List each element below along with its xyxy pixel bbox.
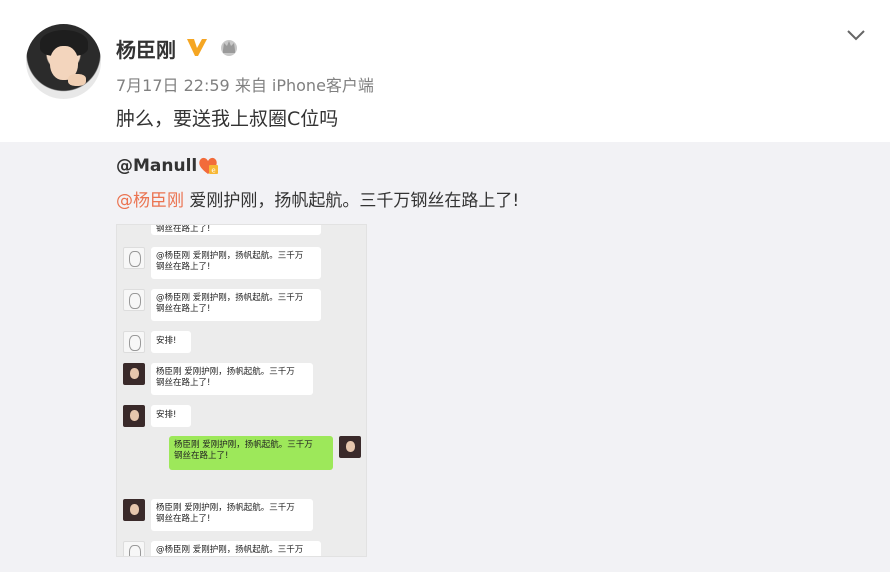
chat-avatar xyxy=(123,363,145,385)
verified-v-icon xyxy=(187,39,207,56)
chat-avatar xyxy=(123,541,145,556)
chat-text: 杨臣刚 爱刚护刚，扬帆起航。三千万 xyxy=(156,503,295,513)
avatar-hand xyxy=(68,74,86,86)
user-avatar[interactable] xyxy=(26,24,101,99)
username[interactable]: 杨臣刚 xyxy=(116,34,176,63)
chat-text: 钢丝在路上了! xyxy=(156,304,211,314)
chat-bubble: 安排! xyxy=(151,331,191,353)
chat-bubble: @杨臣刚 爱刚护刚，扬帆起航。三千万 钢丝在路上了! xyxy=(151,247,321,279)
weibo-post: 杨臣刚 7月17日 22:59 来自 iPhone客户端 肿么，要送我上叔圈C位… xyxy=(0,0,890,142)
chat-text: @杨臣刚 爱刚护刚，扬帆起航。三千万 xyxy=(156,251,304,261)
chat-avatar-own xyxy=(339,436,361,458)
chat-bubble: 杨臣刚 爱刚护刚，扬帆起航。三千万 钢丝在路上了! xyxy=(151,499,313,531)
chat-screenshot-image[interactable]: 钢丝在路上了! @杨臣刚 爱刚护刚，扬帆起航。三千万 钢丝在路上了! @杨臣刚 … xyxy=(116,224,367,557)
chat-bubble-own: 杨臣刚 爱刚护刚，扬帆起航。三千万 钢丝在路上了! xyxy=(169,436,333,470)
chat-text: 杨臣刚 爱刚护刚，扬帆起航。三千万 xyxy=(174,440,313,450)
post-meta: 7月17日 22:59 来自 iPhone客户端 xyxy=(116,76,374,95)
chat-avatar xyxy=(123,499,145,521)
chat-bubble: @杨臣刚 爱刚护刚，扬帆起航。三千万 钢丝在路上了! xyxy=(151,289,321,321)
chat-text: 钢丝在路上了! xyxy=(156,262,211,272)
post-text: 肿么，要送我上叔圈C位吗 xyxy=(116,108,339,130)
repost-body: 爱刚护刚，扬帆起航。三千万钢丝在路上了! xyxy=(184,191,520,211)
chat-bubble: @杨臣刚 爱刚护刚，扬帆起航。三千万 xyxy=(151,541,321,556)
chevron-down-icon[interactable] xyxy=(846,28,866,42)
chat-avatar xyxy=(123,289,145,311)
svg-text:e: e xyxy=(211,167,215,175)
chat-text: 安排! xyxy=(156,336,177,346)
chat-bubble: 安排! xyxy=(151,405,191,427)
chat-text: 钢丝在路上了! xyxy=(174,451,229,461)
chat-text: 杨臣刚 爱刚护刚，扬帆起航。三千万 xyxy=(156,367,295,377)
chat-text: 安排! xyxy=(156,410,177,420)
reposted-content: @Manull e @杨臣刚 爱刚护刚，扬帆起航。三千万钢丝在路上了! 钢丝在路… xyxy=(0,142,890,572)
repost-text: @杨臣刚 爱刚护刚，扬帆起航。三千万钢丝在路上了! xyxy=(116,186,519,211)
chat-text: @杨臣刚 爱刚护刚，扬帆起航。三千万 xyxy=(156,293,304,303)
chat-avatar xyxy=(123,405,145,427)
chat-bubble: 钢丝在路上了! xyxy=(151,224,321,235)
mention-link[interactable]: @杨臣刚 xyxy=(116,191,184,211)
chat-bubble: 杨臣刚 爱刚护刚，扬帆起航。三千万 钢丝在路上了! xyxy=(151,363,313,395)
repost-author[interactable]: @Manull xyxy=(116,156,197,176)
chat-text: @杨臣刚 爱刚护刚，扬帆起航。三千万 xyxy=(156,545,304,555)
chat-text: 钢丝在路上了! xyxy=(156,514,211,524)
member-badge-icon: e xyxy=(199,157,218,175)
chat-avatar xyxy=(123,247,145,269)
crown-icon xyxy=(221,40,237,56)
chat-avatar xyxy=(123,331,145,353)
chat-text: 钢丝在路上了! xyxy=(156,224,211,234)
chat-text: 钢丝在路上了! xyxy=(156,378,211,388)
